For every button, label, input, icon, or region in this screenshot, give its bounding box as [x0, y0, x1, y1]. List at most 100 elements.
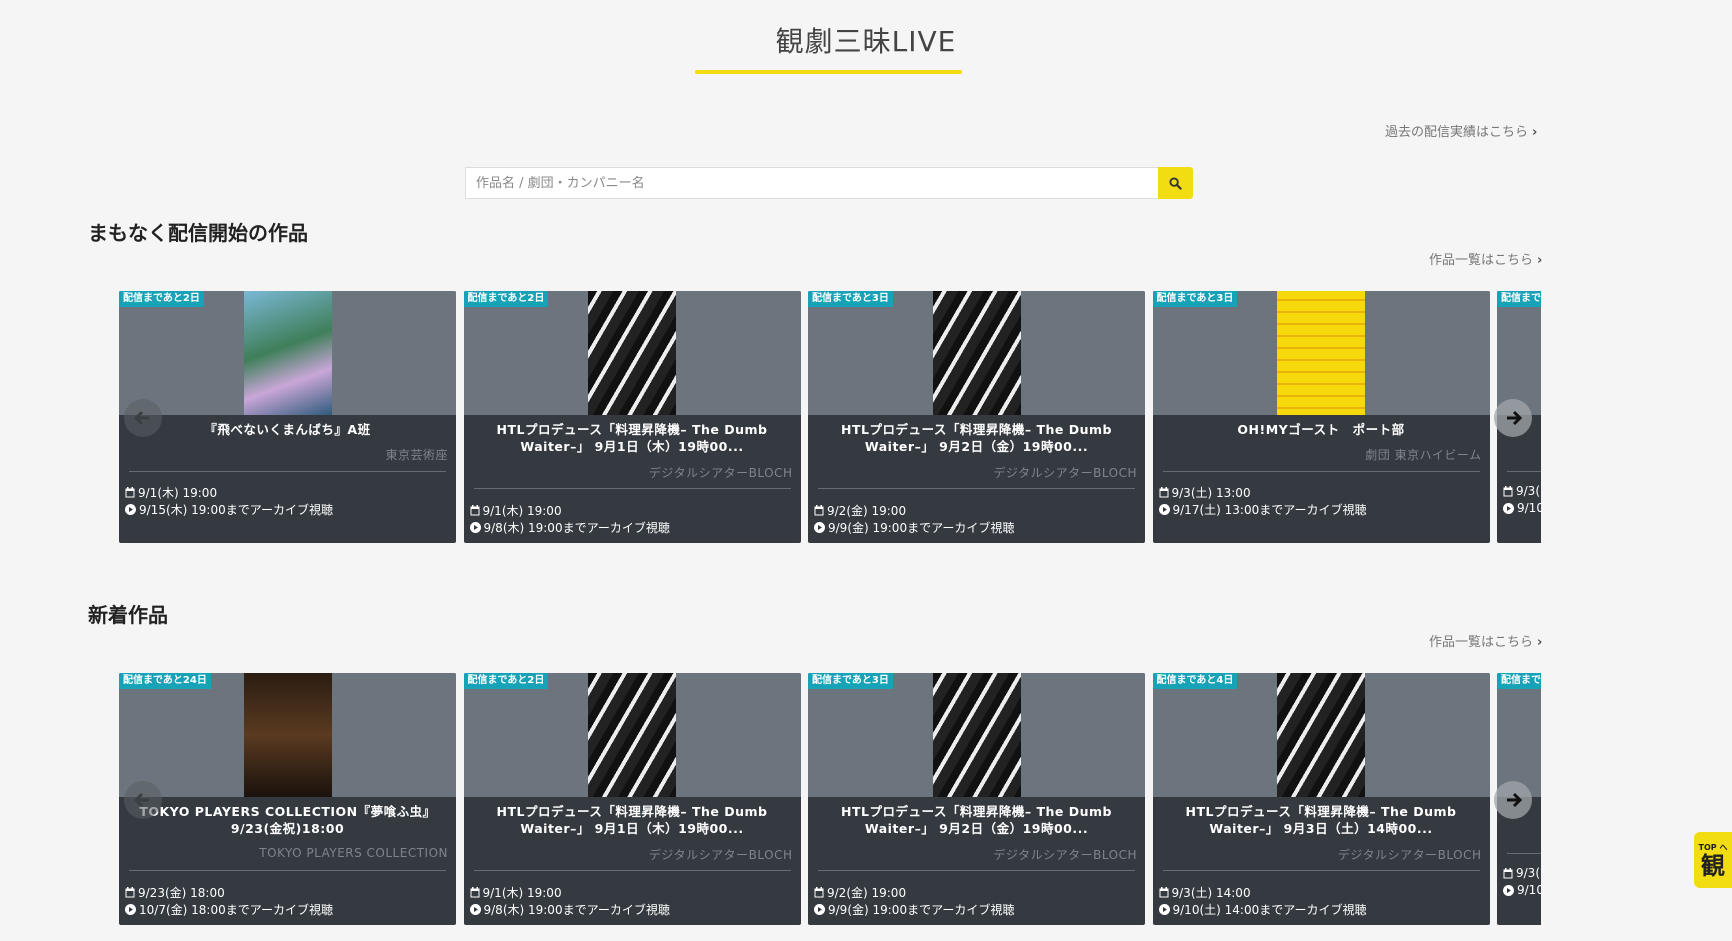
back-to-top-label: TOP へ	[1698, 842, 1728, 852]
search-input[interactable]	[465, 167, 1158, 199]
play-circle-icon	[125, 504, 136, 515]
card-image-area	[463, 291, 801, 415]
calendar-icon	[1159, 487, 1168, 498]
past-streams-link-label: 過去の配信実績はこちら	[1385, 125, 1529, 140]
stream-date: 9/1(木) 19:00	[470, 884, 562, 901]
stream-date-text: 9/2(金) 19:00	[827, 886, 907, 900]
card-divider	[473, 870, 791, 871]
archive-info: 9/8(木) 19:00までアーカイブ視聴	[469, 901, 670, 918]
stream-date-text: 9/1(木) 19:00	[482, 886, 562, 900]
show-title: 『飛べないくまんばち』A班	[204, 422, 371, 437]
back-to-top-logo: 観	[1701, 851, 1725, 880]
stream-date-text: 9/3(土) 14:00	[1171, 886, 1251, 900]
stream-date: 9/3(土) 14:00	[1159, 884, 1251, 901]
archive-info-text: 10/7(金) 18:00までアーカイブ視聴	[139, 903, 333, 917]
stream-date-text: 9/2(金) 19:00	[827, 504, 907, 518]
company-name: デジタルシアターBLOCH	[648, 848, 793, 862]
archive-info-text: 9/10	[1517, 501, 1541, 515]
stream-date-text: 9/1(木) 19:00	[138, 486, 218, 500]
show-card[interactable]: 配信まであと2日『飛べないくまんばち』A班 東京芸術座 9/1(木) 19:00 9/…	[119, 291, 456, 543]
stream-date: 9/2(金) 19:00	[814, 502, 906, 519]
search-bar	[465, 167, 1193, 199]
calendar-icon	[470, 887, 479, 898]
archive-info: 9/15(木) 19:00までアーカイブ視聴	[125, 501, 333, 518]
play-circle-icon	[469, 522, 481, 533]
show-title: HTLプロデュース「料理昇降機– The Dumb Waiter–」 9月3日（…	[1185, 804, 1457, 836]
show-card[interactable]: 配信まであと2日 HTLプロデュース「料理昇降機– The Dumb Waiter…	[463, 291, 801, 543]
archive-info-text: 9/17(土) 13:00までアーカイブ視聴	[1172, 503, 1367, 517]
calendar-icon	[1503, 867, 1513, 878]
stream-date-text: 9/3(土) 13:00	[1171, 486, 1251, 500]
archive-info-text: 9/9(金) 19:00までアーカイブ視聴	[828, 521, 1015, 535]
archive-info-text: 9/10(土) 14:00までアーカイブ視聴	[1172, 903, 1367, 917]
show-card[interactable]: 配信まであと3日 OH!MYゴースト ポート部 劇団 東京ハイビーム 9/3(土) 1…	[1152, 291, 1490, 543]
search-icon	[1169, 176, 1182, 190]
card-image-area	[1497, 291, 1541, 415]
show-poster-image	[1277, 673, 1365, 797]
new-carousel: 配信まであと24日 TOKYO PLAYERS COLLECTION『夢喰ふ虫』9…	[119, 673, 1541, 927]
upcoming-carousel: 配信まであと2日『飛べないくまんばち』A班 東京芸術座 9/1(木) 19:00 9/…	[119, 291, 1541, 545]
search-button[interactable]	[1158, 167, 1193, 199]
card-image-area	[1497, 673, 1541, 797]
show-title: HTLプロデュース「料理昇降機– The Dumb Waiter–」 9月1日（…	[496, 422, 768, 454]
arrow-left-icon	[133, 792, 149, 808]
title-underline	[695, 70, 962, 74]
show-poster-image	[588, 673, 676, 797]
new-list-link[interactable]: 作品一覧はこちら ›	[1429, 631, 1542, 650]
card-divider	[129, 471, 446, 472]
carousel-prev-button[interactable]	[124, 781, 162, 819]
archive-info: 9/9(金) 19:00までアーカイブ視聴	[814, 901, 1014, 918]
stream-date-text: 9/23(金) 18:00	[138, 886, 225, 900]
show-card[interactable]: 配信まであと4日 HTLプロデュース「料理昇降機– The Dumb Waiter…	[1152, 673, 1490, 925]
calendar-icon	[1159, 887, 1168, 898]
show-poster-image	[1277, 291, 1365, 415]
carousel-next-button[interactable]	[1494, 781, 1532, 819]
archive-info: 9/9(金) 19:00までアーカイブ視聴	[814, 519, 1014, 536]
archive-info-text: 9/15(木) 19:00までアーカイブ視聴	[139, 503, 333, 517]
upcoming-list-link[interactable]: 作品一覧はこちら ›	[1429, 249, 1542, 268]
archive-info-text: 9/10	[1517, 883, 1541, 897]
card-divider	[1162, 870, 1480, 871]
countdown-badge: 配信まであと2日	[119, 291, 204, 307]
section-title-new: 新着作品	[88, 603, 168, 627]
show-card[interactable]: 配信まであと2日 HTLプロデュース「料理昇降機– The Dumb Waiter…	[463, 673, 801, 925]
calendar-icon	[470, 505, 479, 516]
play-circle-icon	[814, 904, 825, 915]
countdown-badge: 配信まであと2日	[463, 291, 549, 307]
play-circle-icon	[814, 522, 825, 533]
countdown-badge: 配信まであと24日	[119, 673, 211, 689]
show-poster-image	[932, 673, 1021, 797]
play-circle-icon	[125, 904, 136, 915]
play-circle-icon	[469, 904, 481, 915]
show-title: HTLプロデュース「料理昇降機– The Dumb Waiter–」 9月1日（…	[496, 804, 768, 836]
show-card[interactable]: 配信まであと3日 HTLプロデュース「料理昇降機– The Dumb Waiter…	[808, 673, 1145, 925]
show-card[interactable]: 配信まであと24日 TOKYO PLAYERS COLLECTION『夢喰ふ虫』9…	[119, 673, 456, 925]
stream-date: 9/23(金) 18:00	[125, 884, 225, 901]
play-circle-icon	[1158, 904, 1170, 915]
calendar-icon	[814, 505, 824, 516]
card-divider	[1162, 471, 1480, 472]
carousel-next-button[interactable]	[1494, 399, 1532, 437]
countdown-badge: 配信まであと3日	[808, 291, 893, 307]
stream-date: 9/3(	[1503, 484, 1540, 498]
show-card[interactable]: 配信まであと3日 HTLプロデュース「料理昇降機– The Dumb Waiter…	[808, 291, 1145, 543]
play-circle-icon	[1158, 504, 1170, 515]
archive-info-text: 9/8(木) 19:00までアーカイブ視聴	[483, 903, 670, 917]
stream-date: 9/1(木) 19:00	[125, 484, 217, 501]
show-title: OH!MYゴースト ポート部	[1237, 422, 1405, 437]
archive-info: 10/7(金) 18:00までアーカイブ視聴	[125, 901, 333, 918]
stream-date: 9/2(金) 19:00	[814, 884, 906, 901]
countdown-badge: 配信まであと3日	[808, 673, 893, 689]
stream-date-text: 9/1(木) 19:00	[482, 504, 562, 518]
card-image-area	[119, 291, 456, 415]
new-list-link-label: 作品一覧はこちら	[1429, 635, 1534, 650]
company-name: デジタルシアターBLOCH	[1337, 848, 1482, 862]
archive-info: 9/17(土) 13:00までアーカイブ視聴	[1158, 501, 1367, 518]
carousel-prev-button[interactable]	[124, 399, 162, 437]
company-name: 東京芸術座	[385, 448, 448, 462]
company-name: デジタルシアターBLOCH	[648, 466, 793, 480]
past-streams-link[interactable]: 過去の配信実績はこちら ›	[1385, 121, 1537, 140]
section-title-upcoming: まもなく配信開始の作品	[88, 221, 308, 245]
back-to-top-button[interactable]: TOP へ 観	[1694, 832, 1732, 888]
archive-info-text: 9/8(木) 19:00までアーカイブ視聴	[483, 521, 670, 535]
